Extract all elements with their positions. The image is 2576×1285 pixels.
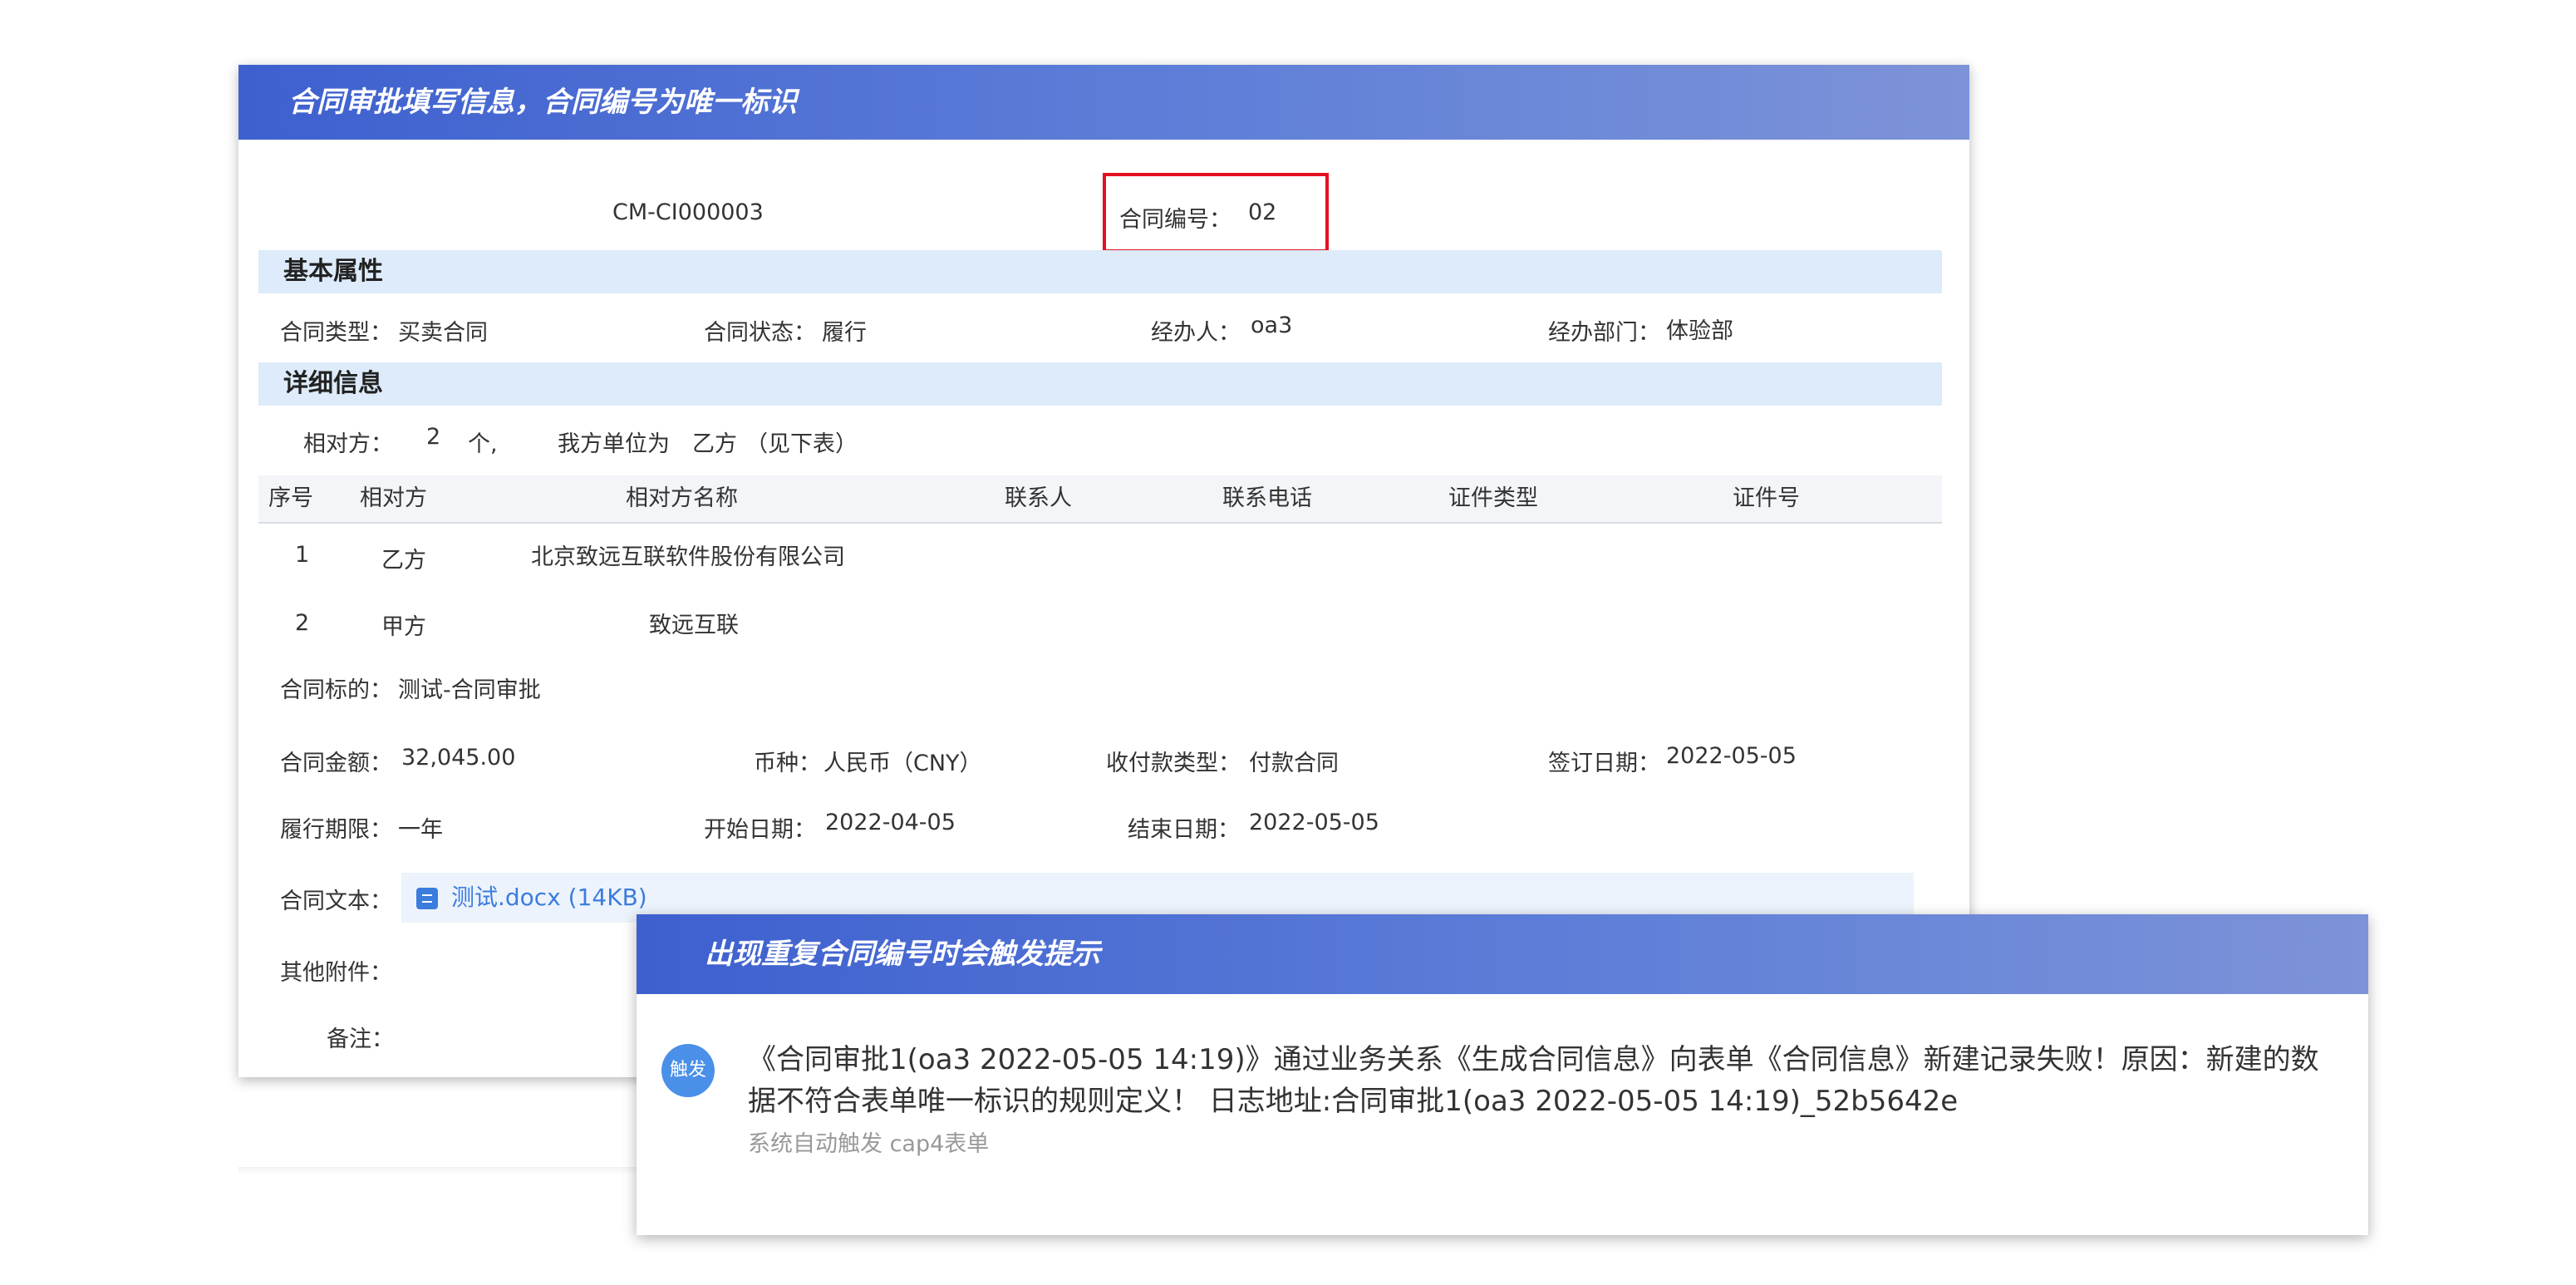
- basic-section-band: 基本属性: [258, 250, 1942, 293]
- card-shadow-line: [238, 1167, 654, 1175]
- form-card-header: 合同审批填写信息，合同编号为唯一标识: [238, 65, 1969, 140]
- sign-date-value: 2022-05-05: [1666, 743, 1797, 769]
- th-party: 相对方: [360, 485, 427, 511]
- contract-status-label: 合同状态：: [704, 320, 816, 346]
- row2-name: 致远互联: [649, 613, 739, 638]
- th-no: 序号: [268, 485, 313, 511]
- dept-label: 经办部门：: [1548, 320, 1660, 346]
- payment-type-value: 付款合同: [1249, 751, 1339, 776]
- counterparty-table-header: 序号 相对方 相对方名称 联系人 联系电话 证件类型 证件号: [258, 475, 1942, 524]
- document-icon: [416, 888, 438, 909]
- remark-label: 备注：: [327, 1027, 394, 1052]
- row2-party: 甲方: [381, 614, 426, 640]
- notice-message[interactable]: 《合同审批1(oa3 2022-05-05 14:19)》通过业务关系《生成合同…: [748, 1039, 2327, 1122]
- row1-party: 乙方: [381, 548, 426, 574]
- term-label: 履行期限：: [280, 817, 392, 843]
- row1-no: 1: [295, 542, 310, 568]
- start-date-label: 开始日期：: [704, 817, 816, 843]
- th-phone: 联系电话: [1222, 485, 1312, 511]
- our-unit-note: （见下表）: [745, 431, 858, 457]
- currency-value: 人民币（CNY）: [823, 751, 982, 776]
- amount-value: 32,045.00: [401, 745, 516, 771]
- th-contact: 联系人: [1005, 485, 1072, 511]
- row1-name: 北京致远互联软件股份有限公司: [531, 544, 845, 570]
- end-date-label: 结束日期：: [1128, 817, 1240, 843]
- detail-section-title: 详细信息: [283, 369, 383, 398]
- row2-no: 2: [295, 610, 310, 636]
- th-id-no: 证件号: [1733, 485, 1800, 511]
- amount-label: 合同金额：: [280, 751, 392, 776]
- notice-source: 系统自动触发 cap4表单: [748, 1131, 990, 1157]
- highlight-box: [1103, 173, 1329, 253]
- sign-date-label: 签订日期：: [1548, 751, 1660, 776]
- handler-label: 经办人：: [1151, 320, 1241, 346]
- trigger-avatar: 触发: [661, 1044, 715, 1097]
- dept-value: 体验部: [1666, 318, 1733, 344]
- end-date-value: 2022-05-05: [1249, 810, 1379, 835]
- our-unit-label: 我方单位为: [558, 431, 670, 457]
- th-id-type: 证件类型: [1448, 485, 1538, 511]
- notice-card-title: 出现重复合同编号时会触发提示: [705, 938, 1100, 971]
- handler-value: oa3: [1251, 313, 1293, 338]
- other-attachments-label: 其他附件：: [280, 960, 392, 986]
- contract-code: CM-CI000003: [612, 199, 764, 225]
- contract-type-value: 买卖合同: [398, 320, 488, 346]
- subject-label: 合同标的：: [280, 677, 392, 703]
- counterparty-count: 2: [426, 424, 441, 450]
- notification-card: 出现重复合同编号时会触发提示 触发 《合同审批1(oa3 2022-05-05 …: [637, 914, 2368, 1235]
- contract-status-value: 履行: [822, 320, 867, 346]
- currency-label: 币种：: [754, 751, 821, 776]
- basic-section-title: 基本属性: [283, 257, 383, 286]
- detail-section-band: 详细信息: [258, 362, 1942, 406]
- counterparty-label: 相对方：: [303, 431, 393, 457]
- contract-text-label: 合同文本：: [280, 889, 392, 914]
- form-card-title: 合同审批填写信息，合同编号为唯一标识: [288, 86, 797, 119]
- notice-card-header: 出现重复合同编号时会触发提示: [637, 914, 2368, 994]
- attachment-link[interactable]: 测试.docx (14KB): [451, 873, 647, 923]
- term-value: 一年: [398, 817, 443, 843]
- start-date-value: 2022-04-05: [825, 810, 956, 835]
- our-unit-value: 乙方: [692, 431, 737, 457]
- counterparty-unit: 个,: [468, 431, 498, 457]
- subject-value: 测试-合同审批: [398, 677, 541, 703]
- payment-type-label: 收付款类型：: [1106, 751, 1241, 776]
- th-party-name: 相对方名称: [626, 485, 738, 511]
- contract-type-label: 合同类型：: [280, 320, 392, 346]
